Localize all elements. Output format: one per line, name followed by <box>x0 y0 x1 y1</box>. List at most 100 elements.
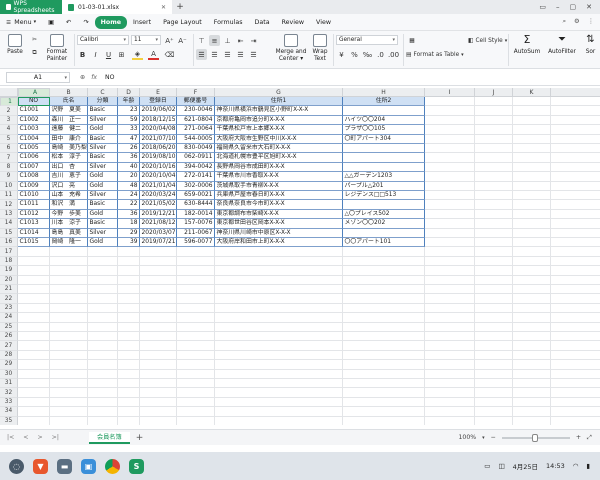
empty-cell[interactable] <box>177 266 215 276</box>
empty-cell[interactable] <box>140 388 177 398</box>
font-size-select[interactable]: 11 ▾ <box>131 35 161 45</box>
row-header[interactable]: 25 <box>0 322 18 332</box>
sort-button[interactable]: ⇅ Sor <box>581 34 600 56</box>
empty-cell[interactable] <box>18 303 50 314</box>
undo-icon[interactable]: ↶ <box>60 16 77 29</box>
column-header-k[interactable]: K <box>513 88 551 97</box>
table-cell[interactable]: 621-0804 <box>177 115 215 126</box>
empty-cell[interactable] <box>118 256 140 267</box>
empty-cell[interactable] <box>551 351 600 361</box>
empty-cell[interactable] <box>50 313 88 323</box>
empty-cell[interactable] <box>177 350 215 361</box>
table-cell[interactable]: C1006 <box>18 153 50 163</box>
close-window-button[interactable]: ✕ <box>586 3 592 11</box>
table-cell[interactable]: 2021/07/10 <box>140 134 177 144</box>
chrome-icon[interactable] <box>105 458 120 474</box>
empty-cell[interactable] <box>425 200 475 210</box>
empty-cell[interactable] <box>50 275 88 285</box>
empty-cell[interactable] <box>425 209 475 220</box>
empty-cell[interactable] <box>177 332 215 342</box>
table-cell[interactable]: 830-0049 <box>177 144 215 154</box>
empty-cell[interactable] <box>177 407 215 417</box>
empty-cell[interactable] <box>343 416 425 425</box>
empty-cell[interactable] <box>513 125 551 135</box>
empty-cell[interactable] <box>475 125 513 135</box>
empty-cell[interactable] <box>140 303 177 314</box>
empty-cell[interactable] <box>215 341 343 351</box>
empty-cell[interactable] <box>475 200 513 210</box>
row-header[interactable]: 6 <box>0 144 18 154</box>
empty-cell[interactable] <box>425 275 475 285</box>
empty-cell[interactable] <box>551 210 600 220</box>
row-header[interactable]: 26 <box>0 332 18 342</box>
empty-cell[interactable] <box>551 163 600 173</box>
empty-cell[interactable] <box>425 153 475 163</box>
empty-cell[interactable] <box>50 369 88 379</box>
underline-button[interactable]: U <box>103 49 114 60</box>
empty-cell[interactable] <box>88 275 118 285</box>
empty-cell[interactable] <box>425 247 475 257</box>
row-header[interactable]: 1 <box>0 97 18 107</box>
empty-cell[interactable] <box>551 407 600 417</box>
empty-cell[interactable] <box>425 322 475 332</box>
table-cell[interactable]: レジデンス□□513 <box>343 191 425 201</box>
close-tab-icon[interactable]: ✕ <box>161 4 166 11</box>
empty-cell[interactable] <box>475 350 513 361</box>
empty-cell[interactable] <box>343 407 425 417</box>
table-cell[interactable]: プラザ〇〇105 <box>343 125 425 135</box>
file-tab[interactable]: 01-03-01.xlsx ✕ <box>62 0 172 14</box>
empty-cell[interactable] <box>425 106 475 116</box>
table-cell[interactable] <box>343 153 425 163</box>
empty-cell[interactable] <box>140 360 177 370</box>
empty-cell[interactable] <box>18 275 50 285</box>
table-cell[interactable]: 2019/12/21 <box>140 209 177 220</box>
empty-cell[interactable] <box>177 294 215 304</box>
empty-cell[interactable] <box>425 97 475 107</box>
empty-cell[interactable] <box>343 388 425 398</box>
bold-button[interactable]: B <box>77 49 88 60</box>
empty-cell[interactable] <box>475 97 513 107</box>
empty-cell[interactable] <box>513 247 551 257</box>
empty-cell[interactable] <box>475 228 513 238</box>
time-label[interactable]: 14:53 <box>546 462 565 470</box>
table-cell[interactable]: 2019/06/02 <box>140 106 177 116</box>
sheet-tab-active[interactable]: 会員名簿 <box>88 431 130 444</box>
empty-cell[interactable] <box>140 369 177 379</box>
empty-cell[interactable] <box>475 294 513 304</box>
empty-cell[interactable] <box>50 322 88 332</box>
empty-cell[interactable] <box>140 256 177 267</box>
empty-cell[interactable] <box>177 379 215 389</box>
table-cell[interactable]: 島崎 美乃梨 <box>50 144 88 154</box>
table-cell[interactable]: C1009 <box>18 181 50 191</box>
empty-cell[interactable] <box>513 134 551 144</box>
empty-cell[interactable] <box>475 106 513 116</box>
empty-cell[interactable] <box>513 332 551 342</box>
table-cell[interactable]: 神奈川県横浜市鶴見区小野町X-X-X <box>215 106 343 116</box>
empty-cell[interactable] <box>551 257 600 267</box>
empty-cell[interactable] <box>551 313 600 323</box>
empty-cell[interactable] <box>140 397 177 408</box>
empty-cell[interactable] <box>513 106 551 116</box>
empty-cell[interactable] <box>513 97 551 107</box>
empty-cell[interactable] <box>551 125 600 135</box>
table-cell[interactable]: 211-0067 <box>177 228 215 238</box>
empty-cell[interactable] <box>50 341 88 351</box>
empty-cell[interactable] <box>177 341 215 351</box>
empty-cell[interactable] <box>18 341 50 351</box>
empty-cell[interactable] <box>88 379 118 389</box>
empty-cell[interactable] <box>551 379 600 389</box>
zoom-level[interactable]: 100% <box>458 434 476 441</box>
table-cell[interactable]: Silver <box>88 191 118 201</box>
empty-cell[interactable] <box>475 322 513 332</box>
empty-cell[interactable] <box>475 369 513 379</box>
empty-cell[interactable] <box>425 115 475 126</box>
table-header-cell[interactable]: 氏名 <box>50 97 88 107</box>
table-cell[interactable]: 森川 正一 <box>50 115 88 126</box>
empty-cell[interactable] <box>88 397 118 408</box>
row-header[interactable]: 11 <box>0 191 18 201</box>
row-header[interactable]: 16 <box>0 238 18 248</box>
empty-cell[interactable] <box>118 407 140 417</box>
empty-cell[interactable] <box>343 360 425 370</box>
empty-cell[interactable] <box>215 379 343 389</box>
empty-cell[interactable] <box>50 266 88 276</box>
